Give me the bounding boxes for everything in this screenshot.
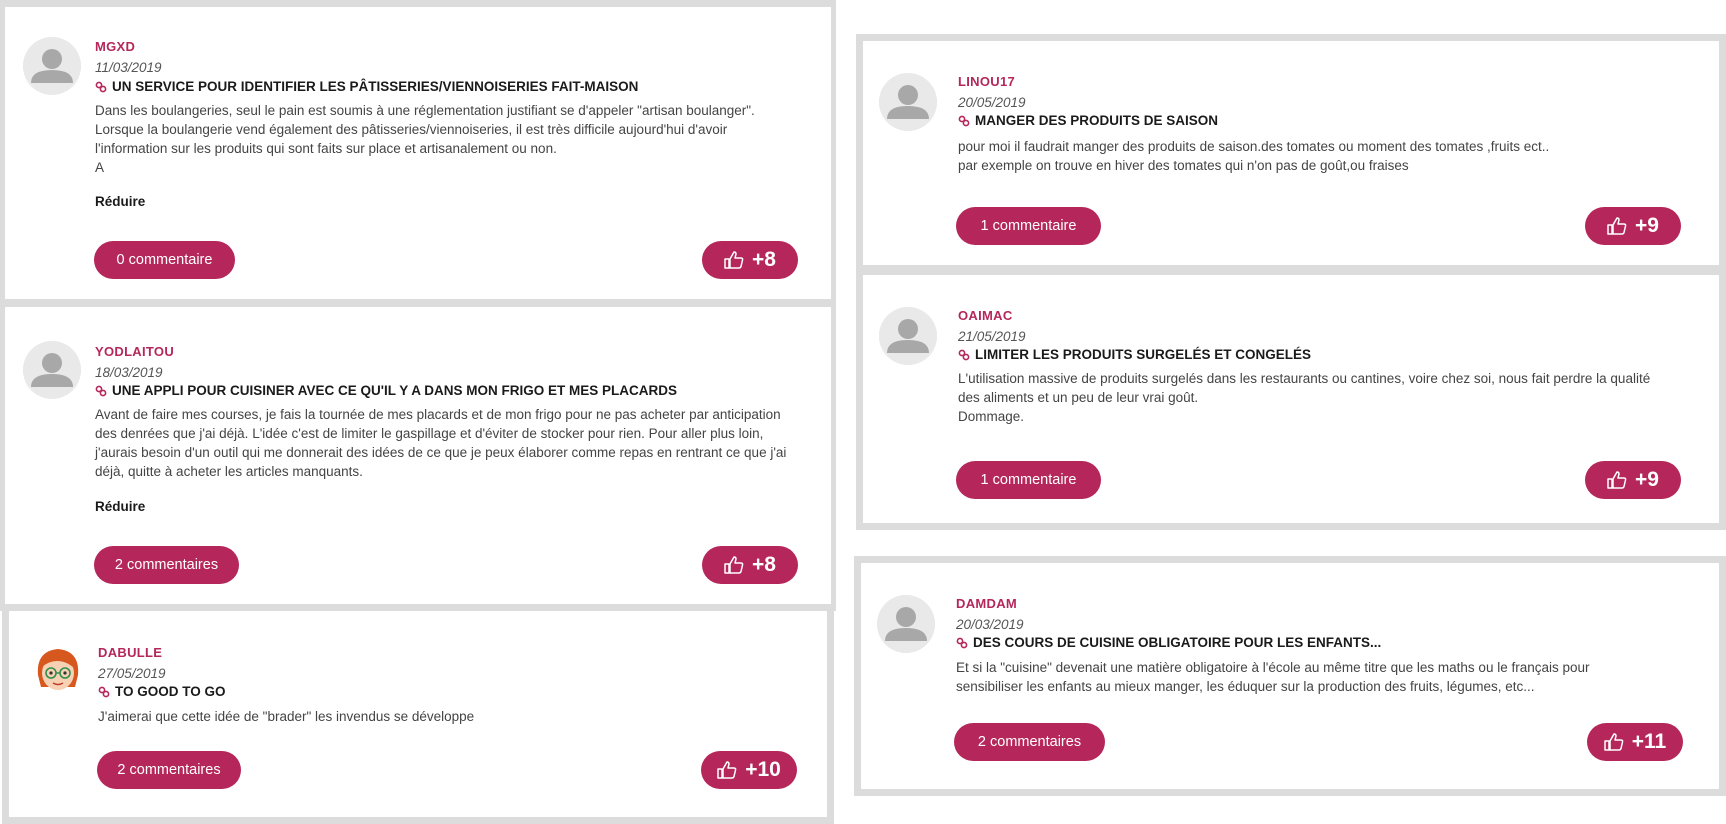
avatar [23,37,81,95]
idea-description: L'utilisation massive de produits surgel… [958,369,1718,426]
idea-description: J'aimerai que cette idée de "brader" les… [98,707,818,726]
description-line: sensibiliser les enfants au mieux manger… [956,679,1535,694]
author-name[interactable]: MGXD [95,39,135,54]
idea-card: LINOU17 20/05/2019 MANGER DES PRODUITS D… [856,34,1726,272]
comments-button[interactable]: 1 commentaire [956,207,1101,245]
avatar [879,73,937,131]
idea-title[interactable]: MANGER DES PRODUITS DE SAISON [958,113,1218,128]
post-date: 20/03/2019 [956,617,1024,632]
author-name[interactable]: OAIMAC [958,308,1013,323]
reduce-link[interactable]: Réduire [95,194,145,209]
like-count: +10 [745,758,781,781]
idea-card: YODLAITOU 18/03/2019 UNE APPLI POUR CUIS… [0,300,838,611]
default-user-icon [23,341,81,399]
idea-title-text: LIMITER LES PRODUITS SURGELÉS ET CONGELÉ… [975,347,1312,362]
avatar [29,641,87,699]
idea-title-text: DES COURS DE CUISINE OBLIGATOIRE POUR LE… [973,635,1382,650]
avatar [23,341,81,399]
like-button[interactable]: +8 [702,241,798,279]
description-line: par exemple on trouve en hiver des tomat… [958,158,1409,173]
author-name[interactable]: DABULLE [98,645,162,660]
description-line: Avant de faire mes courses, je fais la t… [95,407,781,422]
like-button[interactable]: +9 [1585,207,1681,245]
default-user-icon [879,307,937,365]
idea-title-text: UN SERVICE POUR IDENTIFIER LES PÂTISSERI… [112,79,639,94]
like-count: +9 [1635,214,1659,237]
like-button[interactable]: +10 [701,751,797,789]
description-line: Et si la "cuisine" devenait une matière … [956,660,1590,675]
post-date: 20/05/2019 [958,95,1026,110]
post-date: 18/03/2019 [95,365,163,380]
idea-title-text: UNE APPLI POUR CUISINER AVEC CE QU'IL Y … [112,383,678,398]
idea-title[interactable]: UNE APPLI POUR CUISINER AVEC CE QU'IL Y … [95,383,677,398]
idea-description: Et si la "cuisine" devenait une matière … [956,658,1716,696]
idea-description: Dans les boulangeries, seul le pain est … [95,101,825,177]
idea-card: OAIMAC 21/05/2019 LIMITER LES PRODUITS S… [856,268,1726,530]
comments-button[interactable]: 2 commentaires [97,751,241,789]
reduce-link[interactable]: Réduire [95,499,145,514]
description-line: A [95,160,105,175]
idea-description: pour moi il faudrait manger des produits… [958,137,1698,175]
comments-button[interactable]: 0 commentaire [94,241,235,279]
idea-title[interactable]: LIMITER LES PRODUITS SURGELÉS ET CONGELÉ… [958,347,1311,362]
post-date: 11/03/2019 [95,60,162,75]
description-line: Dans les boulangeries, seul le pain est … [95,103,755,118]
avatar [877,595,935,653]
author-name[interactable]: YODLAITOU [95,344,174,359]
idea-title[interactable]: UN SERVICE POUR IDENTIFIER LES PÂTISSERI… [95,79,638,94]
author-name[interactable]: DAMDAM [956,596,1017,611]
thumbs-up-icon [724,251,744,269]
idea-title-text: MANGER DES PRODUITS DE SAISON [975,113,1219,128]
idea-title[interactable]: DES COURS DE CUISINE OBLIGATOIRE POUR LE… [956,635,1381,650]
link-icon [956,637,968,649]
description-line: L'utilisation massive de produits surgel… [958,371,1651,386]
thumbs-up-icon [717,761,737,779]
default-user-icon [877,595,935,653]
description-line: J'aimerai que cette idée de "brader" les… [98,709,475,724]
post-date: 21/05/2019 [958,329,1026,344]
like-button[interactable]: +11 [1587,723,1683,761]
idea-description: Avant de faire mes courses, je fais la t… [95,405,835,481]
link-icon [958,349,970,361]
thumbs-up-icon [724,556,744,574]
idea-title[interactable]: TO GOOD TO GO [98,684,226,699]
link-icon [958,115,970,127]
link-icon [95,81,107,93]
idea-card: MGXD 11/03/2019 UN SERVICE POUR IDENTIFI… [0,0,838,306]
comments-button[interactable]: 2 commentaires [954,723,1105,761]
description-line: déjà, quitte à acheter les articles manq… [95,464,363,479]
post-date: 27/05/2019 [98,666,166,681]
default-user-icon [23,37,81,95]
like-button[interactable]: +8 [702,546,798,584]
description-line: Lorsque la boulangerie vend également de… [95,122,728,137]
like-count: +11 [1631,730,1667,753]
idea-card: DAMDAM 20/03/2019 DES COURS DE CUISINE O… [854,556,1726,796]
description-line: j'aurais besoin d'un outil qui me donner… [95,445,787,460]
comments-button[interactable]: 2 commentaires [94,546,239,584]
author-name[interactable]: LINOU17 [958,74,1015,89]
avatar [879,307,937,365]
description-line: des denrées que j'ai déjà. L'idée c'est … [95,426,764,441]
like-count: +8 [752,553,776,576]
default-user-icon [879,73,937,131]
comments-button[interactable]: 1 commentaire [956,461,1101,499]
link-icon [98,686,110,698]
description-line: pour moi il faudrait manger des produits… [958,139,1550,154]
link-icon [95,385,107,397]
like-count: +9 [1635,468,1659,491]
idea-title-text: TO GOOD TO GO [115,684,226,699]
cartoon-avatar-icon [29,641,87,699]
thumbs-up-icon [1607,471,1627,489]
thumbs-up-icon [1607,217,1627,235]
like-button[interactable]: +9 [1585,461,1681,499]
thumbs-up-icon [1604,733,1624,751]
description-line: Dommage. [958,409,1025,424]
like-count: +8 [752,248,776,271]
idea-card: DABULLE 27/05/2019 TO GOOD TO GO J'aimer… [2,604,834,824]
description-line: des aliments et un peu de leur vrai goût… [958,390,1199,405]
description-line: l'information sur les produits qui sont … [95,141,557,156]
